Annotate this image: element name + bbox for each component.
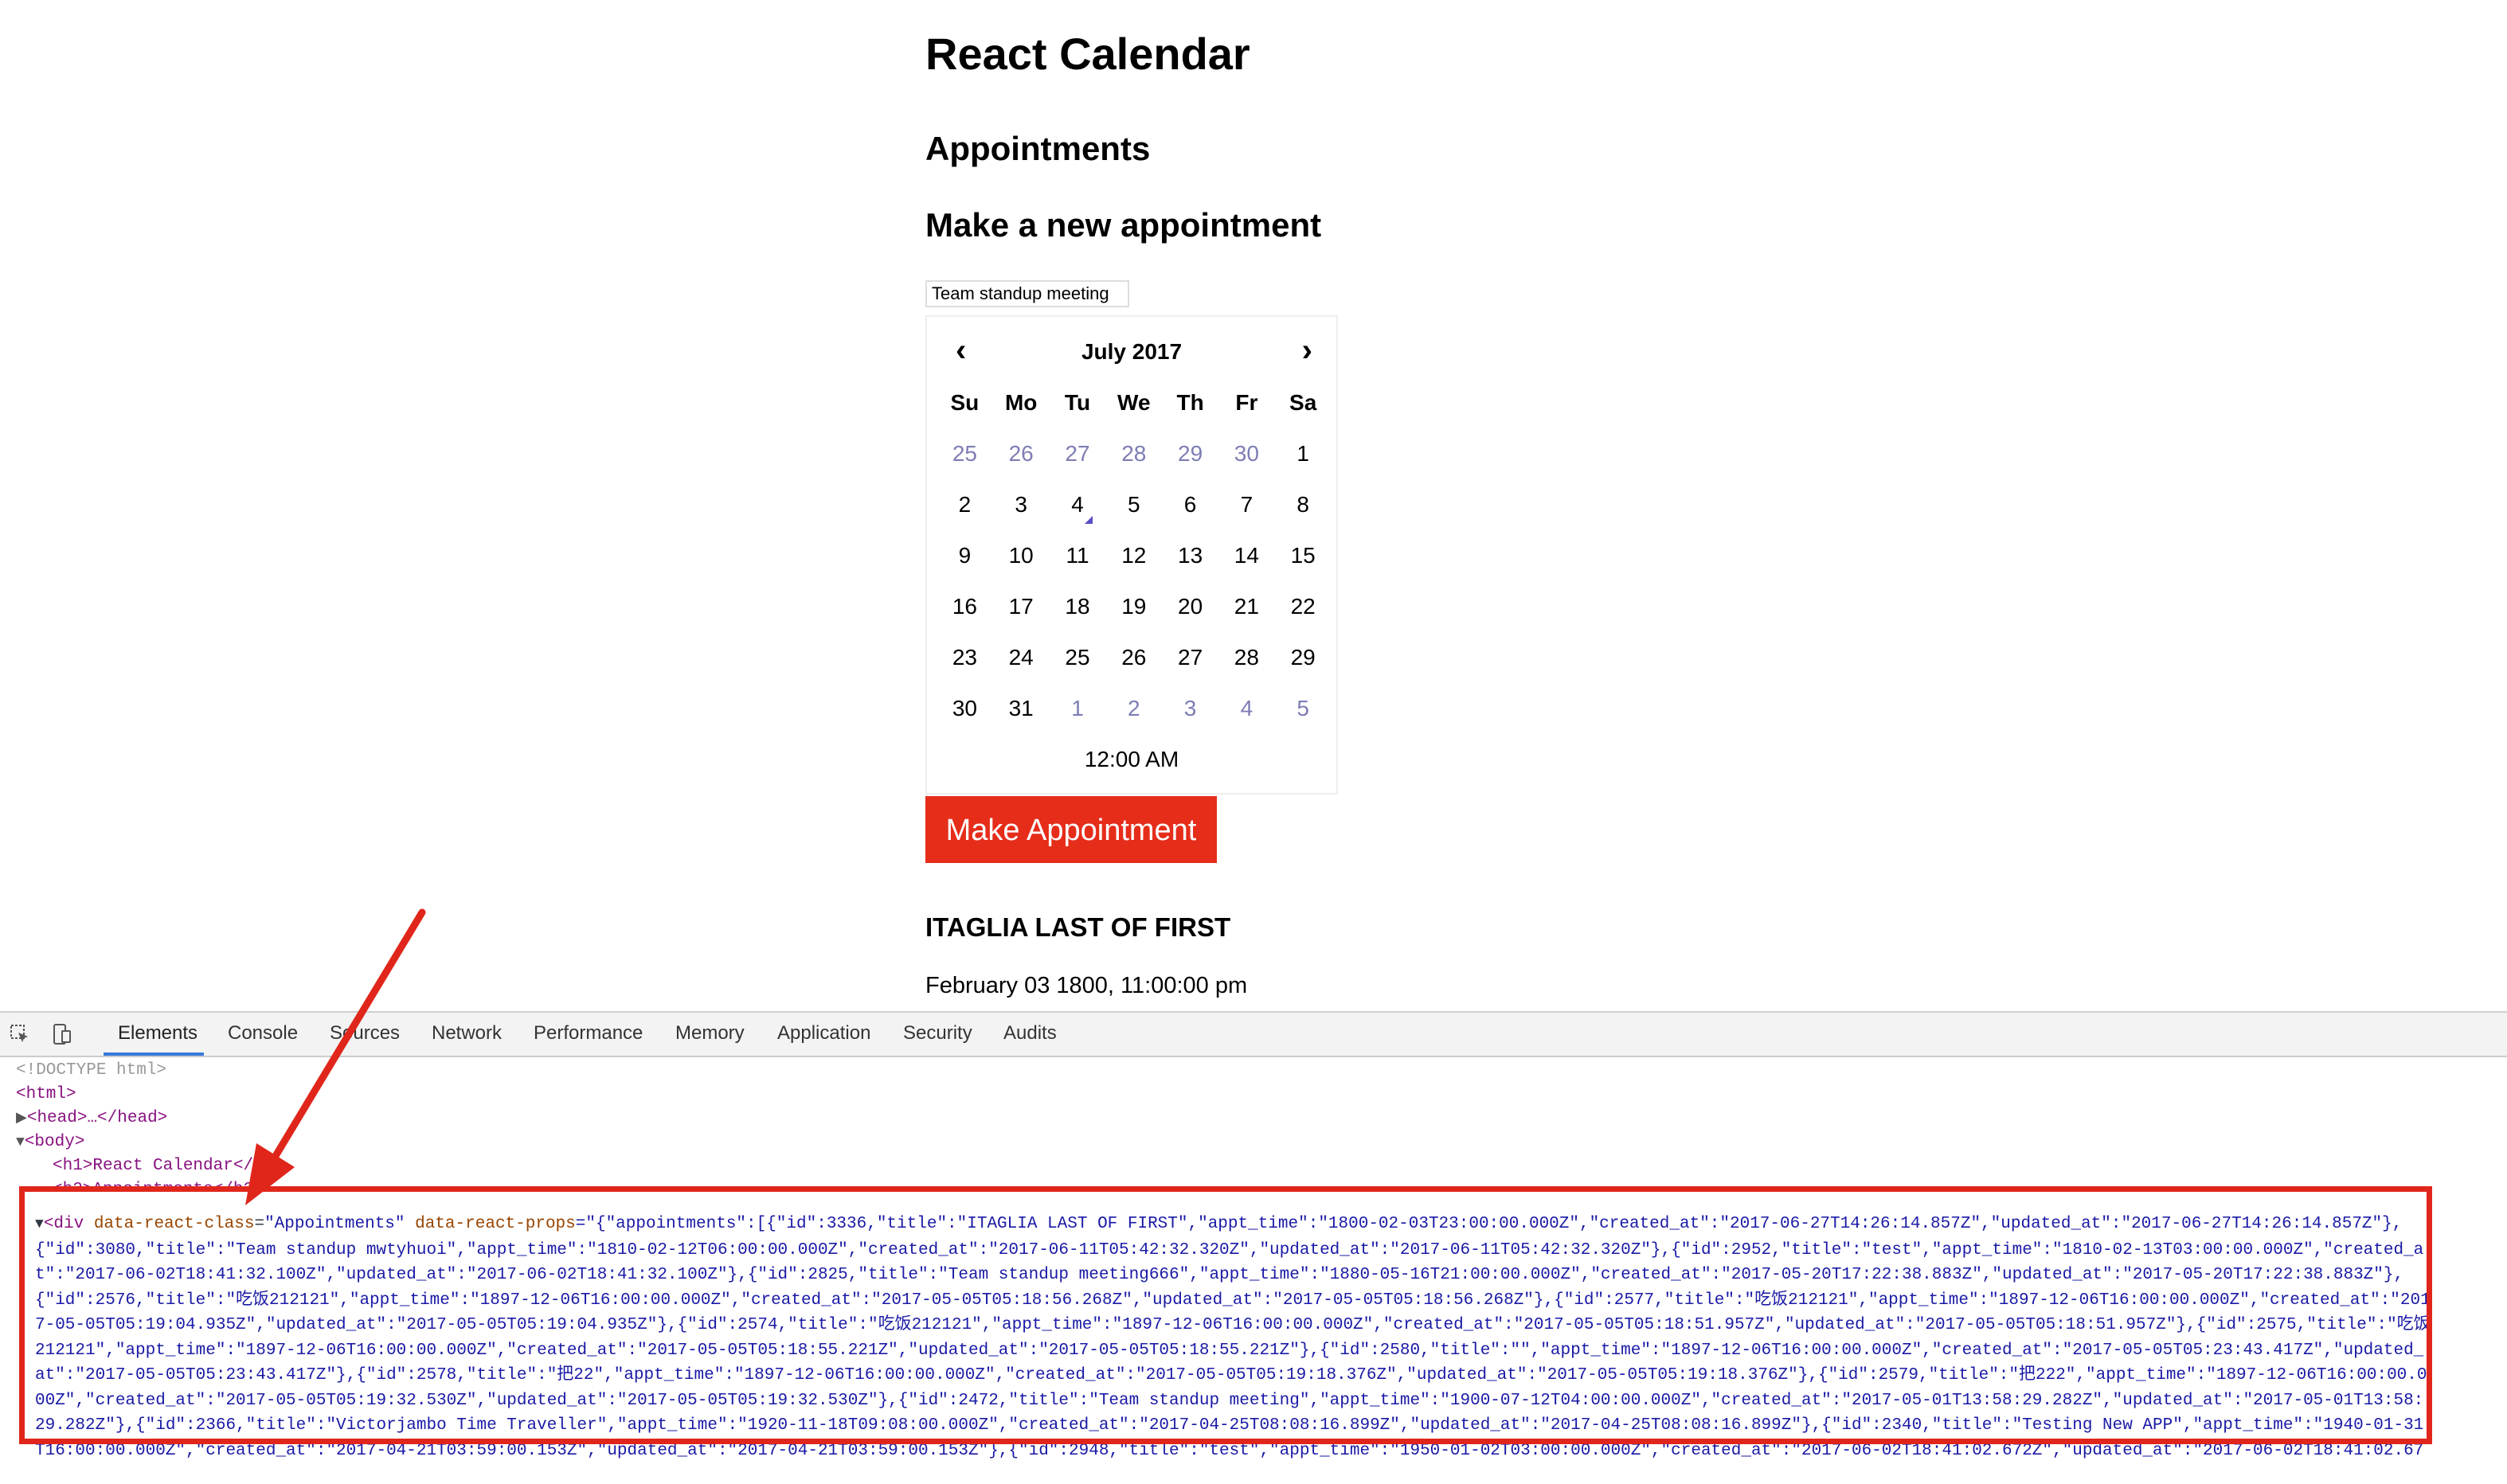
weekday-label: We	[1117, 390, 1151, 415]
devtools-tab-elements[interactable]: Elements	[118, 1022, 198, 1045]
calendar-day[interactable]: 20	[1162, 594, 1218, 619]
calendar-day[interactable]: 26	[993, 441, 1050, 467]
calendar-day[interactable]: 11	[1050, 543, 1106, 568]
h1-node[interactable]: <h1>React Calendar</h1>	[53, 1154, 284, 1178]
calendar-day[interactable]: 29	[1275, 645, 1332, 670]
devtools-tab-bar: Elements Console Sources Network Performance…	[0, 1013, 2507, 1057]
h2-node[interactable]: <h2>Appointments</h2>	[53, 1178, 264, 1189]
calendar-day[interactable]: 25	[937, 441, 993, 467]
calendar-day[interactable]: 26	[1105, 645, 1162, 670]
devtools-tab-audits[interactable]: Audits	[1003, 1022, 1057, 1045]
calendar-week-row: 2345678	[937, 492, 1332, 524]
doctype-node[interactable]: <!DOCTYPE html>	[16, 1059, 166, 1083]
calendar-day[interactable]: 14	[1218, 543, 1275, 568]
calendar-day[interactable]: 21	[1218, 594, 1275, 619]
calendar-day[interactable]: 3	[993, 492, 1050, 517]
appointment-title: ITAGLIA LAST OF FIRST	[925, 912, 1231, 942]
weekday-label: Mo	[1004, 390, 1038, 415]
calendar-week-row: 23 24 25 26 27 28 29	[937, 645, 1332, 670]
inspect-element-icon[interactable]	[10, 1024, 30, 1045]
calendar-day[interactable]: 12	[1105, 543, 1162, 568]
calendar-day[interactable]: 5	[1275, 696, 1332, 721]
calendar-day[interactable]: 2	[937, 492, 993, 517]
calendar-day[interactable]: 29	[1162, 441, 1218, 467]
calendar-day[interactable]: 10	[993, 543, 1050, 568]
weekday-label: Fr	[1235, 390, 1258, 415]
calendar-day[interactable]: 3	[1162, 696, 1218, 721]
calendar-day[interactable]: 28	[1105, 441, 1162, 467]
devtools-tab-performance[interactable]: Performance	[534, 1022, 643, 1045]
time-selector[interactable]: 12:00 AM	[927, 747, 1336, 772]
calendar-week-row: 9 10 11 12 13 14 15	[937, 543, 1332, 568]
calendar-day[interactable]: 15	[1275, 543, 1332, 568]
appointment-time: February 03 1800, 11:00:00 pm	[925, 973, 1248, 998]
weekday-label: Su	[950, 390, 980, 415]
head-node: <head>…</head>	[26, 1109, 168, 1127]
device-toolbar-icon[interactable]	[51, 1024, 72, 1045]
devtools-tab-memory[interactable]: Memory	[675, 1022, 745, 1045]
react-props-node[interactable]: ▼<div data-react-class="Appointments" da…	[35, 1212, 2432, 1466]
calendar-day[interactable]: 5	[1105, 492, 1162, 517]
collapse-triangle-icon[interactable]: ▼	[35, 1216, 44, 1232]
devtools-tab-network[interactable]: Network	[432, 1022, 502, 1045]
html-node[interactable]: <html>	[16, 1083, 76, 1107]
calendar-day[interactable]: 28	[1218, 645, 1275, 670]
devtools-tab-application[interactable]: Application	[777, 1022, 870, 1045]
react-props-attr: data-react-props	[415, 1215, 576, 1233]
appointment-title-input[interactable]	[925, 280, 1129, 307]
next-month-button[interactable]: ›	[1302, 334, 1312, 366]
calendar-day[interactable]: 8	[1275, 492, 1332, 517]
div-open-tag: <div	[43, 1215, 94, 1233]
active-tab-indicator	[104, 1052, 204, 1056]
devtools-tab-security[interactable]: Security	[903, 1022, 972, 1045]
calendar-day[interactable]: 24	[993, 645, 1050, 670]
calendar-day[interactable]: 16	[937, 594, 993, 619]
page-title: React Calendar	[925, 29, 1250, 79]
calendar-picker: ‹ July 2017 › Su Mo Tu We Th Fr Sa 25 26 27 28 29 3…	[925, 315, 1338, 795]
weekday-label: Sa	[1289, 390, 1317, 415]
devtools-tab-console[interactable]: Console	[228, 1022, 298, 1045]
expand-triangle-icon[interactable]: ▶	[16, 1111, 27, 1127]
calendar-week-row: 25 26 27 28 29 30 1	[937, 441, 1332, 467]
calendar-day[interactable]: 22	[1275, 594, 1332, 619]
calendar-day[interactable]: 30	[1218, 441, 1275, 467]
body-node: <body>	[24, 1133, 85, 1151]
body-node-row[interactable]: ▼<body>	[16, 1131, 84, 1154]
make-appointment-button[interactable]: Make Appointment	[925, 796, 1217, 863]
react-props-value: ="{"appointments":[{"id":3336,"title":"I…	[35, 1215, 2431, 1460]
calendar-day[interactable]: 2	[1105, 696, 1162, 721]
calendar-day[interactable]: 19	[1105, 594, 1162, 619]
calendar-day[interactable]: 27	[1162, 645, 1218, 670]
react-class-value: "Appointments"	[264, 1215, 405, 1233]
calendar-day[interactable]: 13	[1162, 543, 1218, 568]
appointments-heading: Appointments	[925, 130, 1151, 167]
new-appointment-heading: Make a new appointment	[925, 206, 1322, 244]
collapse-triangle-icon[interactable]: ▼	[16, 1134, 25, 1150]
calendar-day[interactable]: 31	[993, 696, 1050, 721]
calendar-day[interactable]: 17	[993, 594, 1050, 619]
calendar-day[interactable]: 6	[1162, 492, 1218, 517]
calendar-day[interactable]: 25	[1050, 645, 1106, 670]
weekday-label: Th	[1176, 390, 1204, 415]
calendar-day[interactable]: 23	[937, 645, 993, 670]
head-node-row[interactable]: ▶<head>…</head>	[16, 1107, 167, 1131]
calendar-day[interactable]: 27	[1050, 441, 1106, 467]
weekday-label: Tu	[1064, 390, 1091, 415]
calendar-week-row: 16 17 18 19 20 21 22	[937, 594, 1332, 619]
calendar-day[interactable]: 1	[1050, 696, 1106, 721]
calendar-day[interactable]: 7	[1218, 492, 1275, 517]
weekday-header: Su Mo Tu We Th Fr Sa	[937, 390, 1332, 416]
calendar-day[interactable]: 4	[1050, 492, 1106, 524]
calendar-day[interactable]: 18	[1050, 594, 1106, 619]
calendar-week-row: 30 31 1 2 3 4 5	[937, 696, 1332, 721]
calendar-day[interactable]: 9	[937, 543, 993, 568]
devtools-tab-sources[interactable]: Sources	[330, 1022, 400, 1045]
calendar-month-label: July 2017	[1081, 339, 1183, 364]
calendar-day[interactable]: 1	[1275, 441, 1332, 467]
react-class-attr: data-react-class	[93, 1215, 255, 1233]
calendar-day[interactable]: 4	[1218, 696, 1275, 721]
calendar-day[interactable]: 30	[937, 696, 993, 721]
